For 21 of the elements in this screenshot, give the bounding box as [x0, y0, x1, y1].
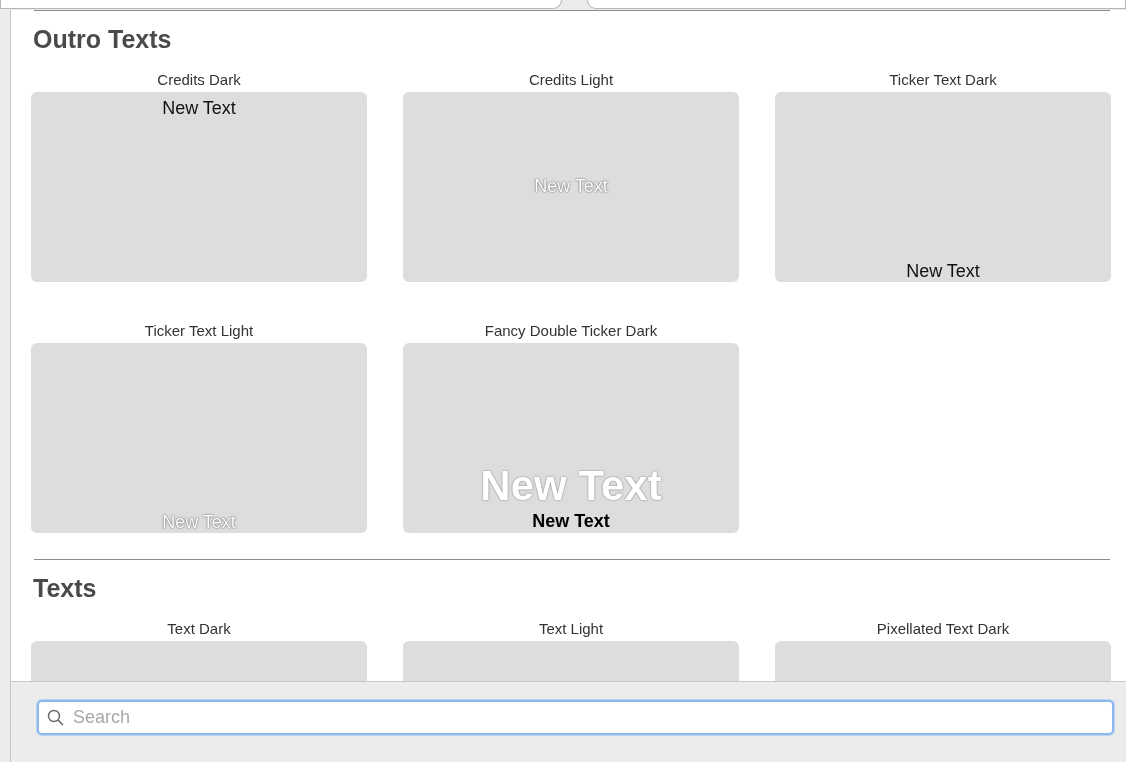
section-heading: Outro Texts — [33, 25, 173, 54]
preview-text: New Text — [532, 511, 610, 531]
preview-text: New Text — [906, 261, 980, 282]
template-title: Text Dark — [167, 620, 231, 638]
template-preview[interactable]: New Text — [31, 343, 367, 533]
template-title: Text Light — [538, 620, 604, 638]
search-icon — [47, 708, 65, 727]
preview-text: New Text — [162, 512, 236, 533]
search-field[interactable]: Search — [37, 699, 1114, 735]
template-title: Credits Light — [528, 71, 614, 89]
template-preview[interactable]: New Text — [31, 92, 367, 282]
section-heading: Texts — [33, 574, 98, 603]
template-title: Ticker Text Light — [144, 322, 254, 340]
template-title: Fancy Double Ticker Dark — [484, 322, 658, 340]
template-title: Pixellated Text Dark — [876, 620, 1010, 638]
preview-text: New Text — [162, 98, 236, 119]
template-title: Ticker Text Dark — [889, 71, 997, 89]
template-preview[interactable]: New Text — [775, 92, 1111, 282]
template-title: Credits Dark — [157, 71, 241, 89]
template-preview[interactable]: New Text — [403, 92, 739, 282]
preview-text: New Text — [534, 176, 608, 197]
